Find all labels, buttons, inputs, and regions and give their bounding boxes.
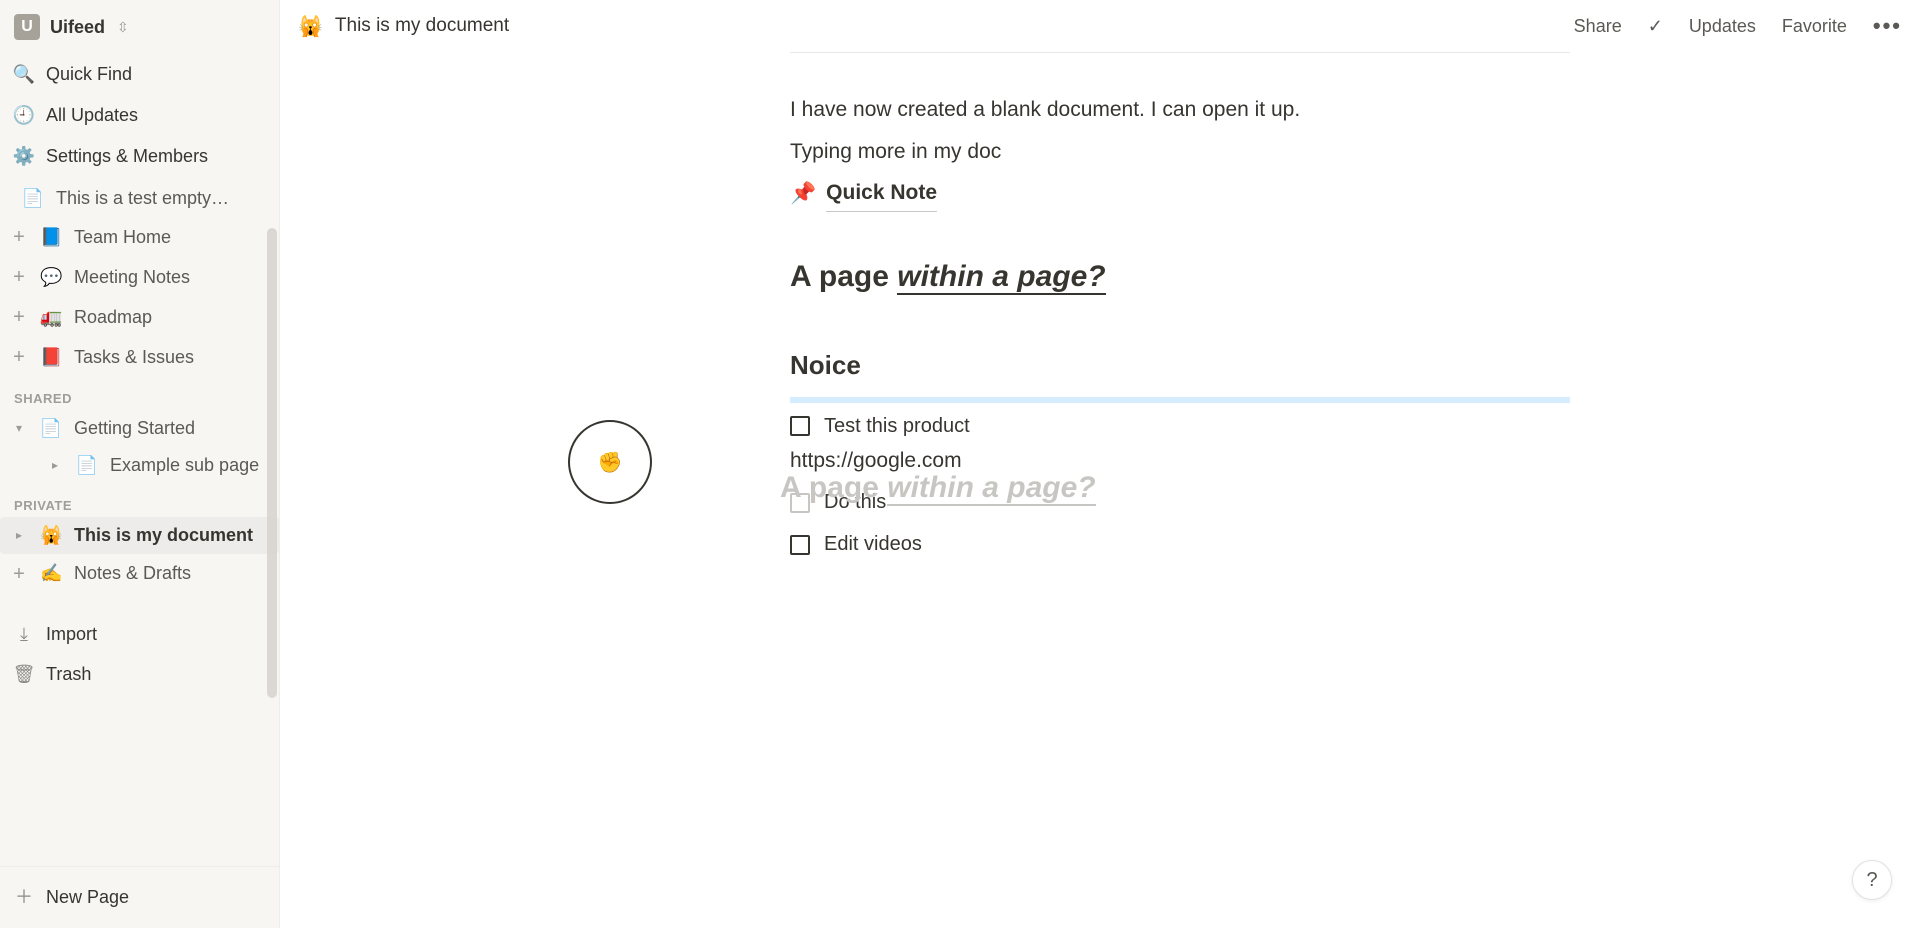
todo-item[interactable]: Test this product (790, 409, 1570, 444)
todo-item[interactable]: Edit videos (790, 527, 1570, 562)
trash-label: Trash (46, 660, 91, 689)
quick-find[interactable]: 🔍 Quick Find (0, 54, 279, 95)
tasks-issues-label: Tasks & Issues (74, 343, 271, 372)
sidebar-item-notes-drafts[interactable]: + ✍️ Notes & Drafts (0, 554, 279, 594)
page-tree: 📄 This is a test empty… + 📘 Team Home + … (0, 180, 279, 866)
sidebar-item-this-is-my-document[interactable]: ▸ 🙀 This is my document (0, 517, 279, 554)
chevron-down-icon[interactable]: ▾ (10, 419, 28, 438)
flag-icon: 📕 (40, 343, 62, 372)
download-icon: ⤓ (14, 620, 34, 649)
linked-page-label: Quick Note (826, 176, 937, 212)
help-button[interactable]: ? (1852, 860, 1892, 900)
editor-scroll[interactable]: I have now created a blank document. I c… (280, 52, 1920, 928)
pin-icon: 📌 (790, 177, 816, 211)
workspace-switcher[interactable]: U Uifeed ⇳ (0, 0, 279, 50)
all-updates-label: All Updates (46, 101, 138, 130)
cursor-ring: ✊ (568, 420, 652, 504)
divider (790, 52, 1570, 53)
favorite-button[interactable]: Favorite (1782, 16, 1847, 37)
document-body[interactable]: I have now created a blank document. I c… (630, 52, 1570, 762)
sidebar-item-getting-started[interactable]: ▾ 📄 Getting Started (0, 410, 279, 447)
page-icon: 📄 (76, 451, 98, 480)
add-subpage-icon[interactable]: + (10, 261, 28, 293)
settings-members[interactable]: ⚙️ Settings & Members (0, 136, 279, 177)
sidebar-item-example-sub-page[interactable]: ▸ 📄 Example sub page (0, 447, 279, 484)
ghost-text: A page (780, 471, 887, 504)
add-subpage-icon[interactable]: + (10, 341, 28, 373)
getting-started-label: Getting Started (74, 414, 271, 443)
check-icon[interactable]: ✓ (1648, 16, 1663, 37)
workspace-avatar: U (14, 14, 40, 40)
sidebar-item-meeting-notes[interactable]: + 💬 Meeting Notes (0, 257, 279, 297)
plus-icon: ＋ (14, 883, 34, 912)
cat-icon: 🙀 (40, 521, 62, 550)
more-icon[interactable]: ••• (1873, 13, 1902, 39)
page-title[interactable]: This is my document (335, 15, 1562, 37)
workspace-name: Uifeed (50, 17, 105, 38)
sidebar-item-team-home[interactable]: + 📘 Team Home (0, 217, 279, 257)
gear-icon: ⚙️ (14, 142, 34, 171)
paragraph[interactable]: Typing more in my doc (790, 135, 1570, 169)
checkbox[interactable] (790, 535, 810, 555)
speech-icon: 💬 (40, 263, 62, 292)
chevron-right-icon[interactable]: ▸ (46, 456, 64, 475)
topbar-actions: Share ✓ Updates Favorite ••• (1574, 13, 1902, 39)
nav-top: 🔍 Quick Find 🕘 All Updates ⚙️ Settings &… (0, 50, 279, 180)
todo-label: Test this product (824, 415, 970, 438)
example-sub-page-label: Example sub page (110, 451, 271, 480)
clock-icon: 🕘 (14, 101, 34, 130)
drag-ghost-heading: A page within a page? (780, 471, 1096, 505)
add-subpage-icon[interactable]: + (10, 221, 28, 253)
sidebar-footer: ＋ New Page (0, 866, 279, 928)
new-page-button[interactable]: ＋ New Page (0, 867, 279, 928)
updates-button[interactable]: Updates (1689, 16, 1756, 37)
page-icon: 📄 (22, 184, 44, 213)
heading-3[interactable]: Noice (790, 350, 1570, 381)
trash[interactable]: 🗑 Trash (0, 654, 279, 695)
sidebar-item-tasks-issues[interactable]: + 📕 Tasks & Issues (0, 337, 279, 377)
main: 🙀 This is my document Share ✓ Updates Fa… (280, 0, 1920, 928)
settings-label: Settings & Members (46, 142, 208, 171)
checkbox[interactable] (790, 416, 810, 436)
page-emoji-icon[interactable]: 🙀 (298, 14, 323, 39)
sidebar-item-truncated[interactable]: 📄 This is a test empty… (0, 180, 279, 217)
drop-indicator (790, 397, 1570, 403)
sidebar: U Uifeed ⇳ 🔍 Quick Find 🕘 All Updates ⚙️… (0, 0, 280, 928)
chevron-right-icon[interactable]: ▸ (10, 526, 28, 545)
sidebar-item-roadmap[interactable]: + 🚛 Roadmap (0, 297, 279, 337)
grab-icon: ✊ (598, 450, 623, 475)
quick-find-label: Quick Find (46, 60, 132, 89)
private-header: PRIVATE (0, 484, 279, 517)
up-down-icon: ⇳ (117, 19, 129, 36)
truncated-label: This is a test empty… (56, 184, 271, 213)
trash-icon: 🗑 (14, 660, 34, 689)
sidebar-scrollbar[interactable] (267, 228, 277, 698)
import-label: Import (46, 620, 97, 649)
new-page-label: New Page (46, 883, 129, 912)
heading-italic: within a page? (897, 260, 1105, 295)
paragraph[interactable]: I have now created a blank document. I c… (790, 93, 1570, 127)
topbar: 🙀 This is my document Share ✓ Updates Fa… (280, 0, 1920, 52)
roadmap-label: Roadmap (74, 303, 271, 332)
add-subpage-icon[interactable]: + (10, 301, 28, 333)
add-subpage-icon[interactable]: + (10, 558, 28, 590)
page-icon: 📄 (40, 414, 62, 443)
ghost-italic: within a page? (887, 471, 1095, 506)
heading-2[interactable]: A page within a page? (790, 260, 1570, 294)
truck-icon: 🚛 (40, 303, 62, 332)
share-button[interactable]: Share (1574, 16, 1622, 37)
book-icon: 📘 (40, 223, 62, 252)
todo-label: Edit videos (824, 533, 922, 556)
search-icon: 🔍 (14, 60, 34, 89)
all-updates[interactable]: 🕘 All Updates (0, 95, 279, 136)
current-page-label: This is my document (74, 521, 271, 550)
heading-text: A page (790, 260, 897, 293)
meeting-notes-label: Meeting Notes (74, 263, 271, 292)
linked-page[interactable]: 📌 Quick Note (790, 176, 1570, 212)
writing-icon: ✍️ (40, 559, 62, 588)
shared-header: SHARED (0, 377, 279, 410)
notes-drafts-label: Notes & Drafts (74, 559, 271, 588)
import[interactable]: ⤓ Import (0, 614, 279, 655)
team-home-label: Team Home (74, 223, 271, 252)
